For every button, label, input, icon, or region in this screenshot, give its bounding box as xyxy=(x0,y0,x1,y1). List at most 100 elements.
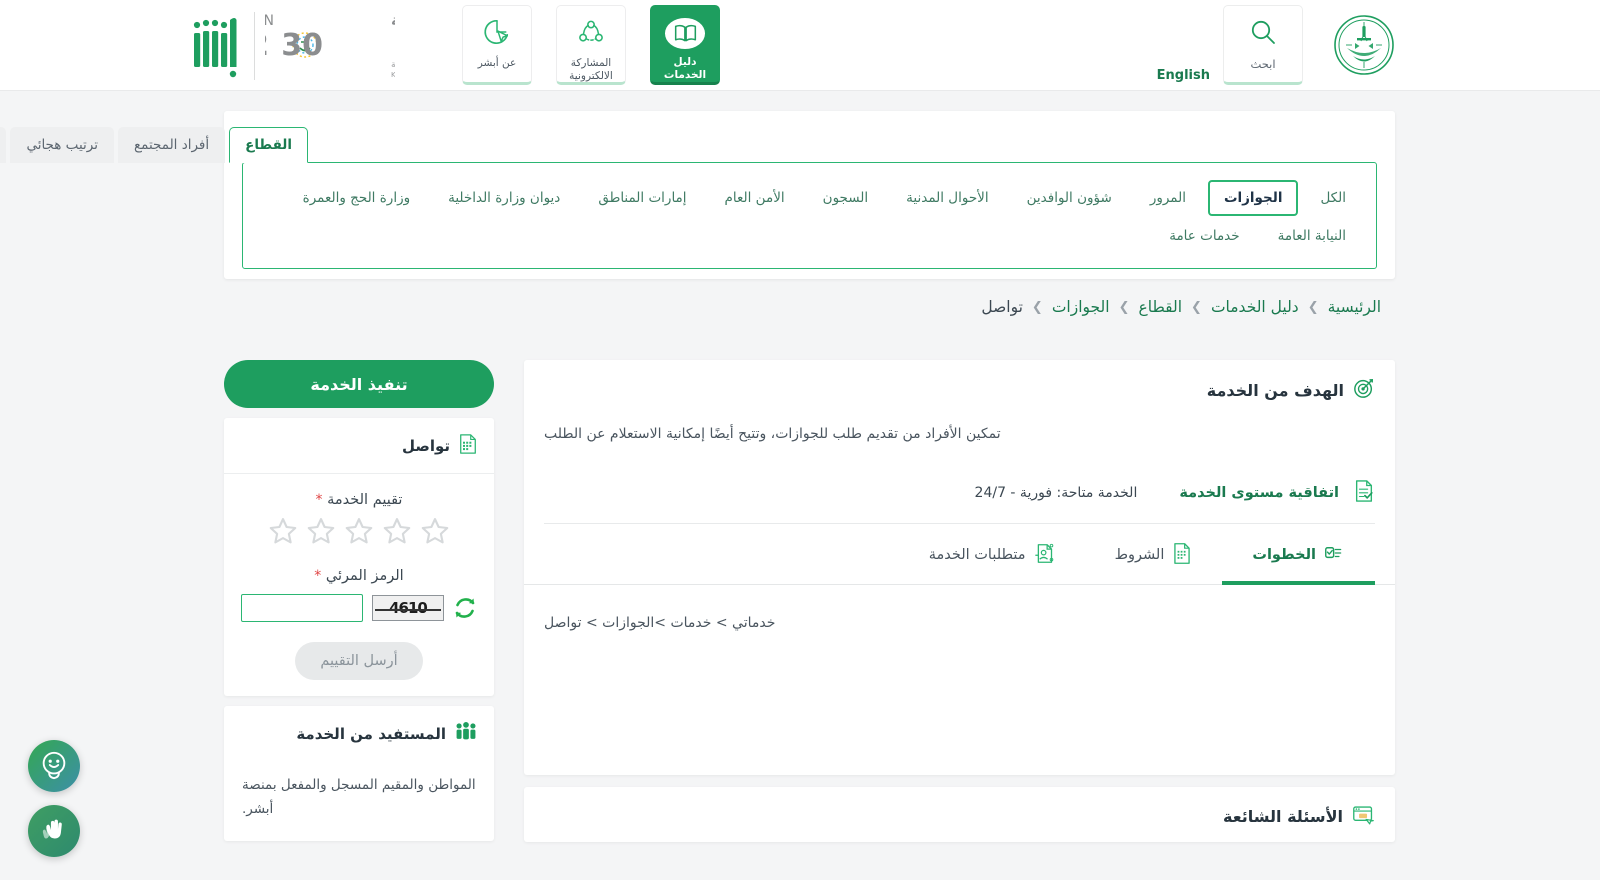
rating-label-row: تقييم الخدمة * xyxy=(224,492,494,508)
breadcrumb-item-home[interactable]: الرئيسية xyxy=(1328,298,1381,316)
rating-star-5[interactable] xyxy=(420,516,450,546)
sector-passports[interactable]: الجوازات xyxy=(1207,180,1299,216)
form-icon xyxy=(458,433,478,459)
tab-most-used-services[interactable]: الخدمات الأكثر استخدامًا xyxy=(0,127,7,163)
sidebar-column: تنفيذ الخدمة تواصل تقييم الخدمة * الرمز … xyxy=(224,360,494,880)
breadcrumb-item-current: تواصل xyxy=(981,298,1023,316)
sector-all-label: الكل xyxy=(1320,190,1346,206)
captcha-image: 4610 xyxy=(372,595,444,621)
tab-sector[interactable]: القطاع xyxy=(229,127,308,163)
sla-value: الخدمة متاحة: فورية - 24/7 xyxy=(974,484,1138,501)
sector-expatriate-affairs-label: شؤون الوافدين xyxy=(1026,190,1112,206)
service-rating-card: تواصل تقييم الخدمة * الرمز المرئي * 4610… xyxy=(224,418,494,696)
captcha-label-row: الرمز المرئي * xyxy=(224,568,494,584)
sla-row: اتفاقية مستوى الخدمة الخدمة متاحة: فورية… xyxy=(544,467,1375,524)
sector-public-prosecution-label: النيابة العامة xyxy=(1277,228,1346,244)
book-icon xyxy=(665,18,705,49)
rating-star-4[interactable] xyxy=(382,516,412,546)
category-tab-row: القطاع أفراد المجتمع ترتيب هجائي الخدمات… xyxy=(0,127,308,163)
rating-required-mark: * xyxy=(315,492,323,508)
search-button[interactable]: ابحث xyxy=(1223,5,1303,85)
service-detail-tabs: الخطوات الشروط متطلبات الخدمة xyxy=(524,524,1395,585)
network-icon xyxy=(577,18,605,50)
tab-community-members-label: أفراد المجتمع xyxy=(133,137,210,153)
nav-button-about-absher-label: عن أبشر xyxy=(477,57,517,69)
absher-logo xyxy=(186,8,244,84)
sector-expatriate-affairs[interactable]: شؤون الوافدين xyxy=(1011,180,1128,216)
sector-filter-row: الكل الجوازات المرور شؤون الوافدين الأحو… xyxy=(257,180,1362,216)
tab-service-requirements[interactable]: متطلبات الخدمة xyxy=(899,538,1085,585)
nav-button-e-participation-label: المشاركة الالكترونية xyxy=(569,57,613,83)
rating-star-1[interactable] xyxy=(268,516,298,546)
nav-button-services-guide-label: دليل الخدمات xyxy=(663,55,707,81)
captcha-required-mark: * xyxy=(314,568,322,584)
beneficiary-card-title: المستفيد من الخدمة xyxy=(296,724,446,743)
breadcrumb-item-services-guide[interactable]: دليل الخدمات xyxy=(1211,298,1299,316)
sector-civil-affairs[interactable]: الأحوال المدنية xyxy=(890,180,1004,216)
nav-button-services-guide[interactable]: دليل الخدمات xyxy=(650,5,720,85)
svg-text:2: 2 xyxy=(265,28,269,63)
sector-public-security[interactable]: الأمن العام xyxy=(709,180,801,216)
refresh-icon[interactable] xyxy=(453,596,477,620)
sector-filter-box: الكل الجوازات المرور شؤون الوافدين الأحو… xyxy=(242,162,1377,269)
breadcrumb-separator: ❯ xyxy=(1118,299,1130,315)
nav-button-about-absher[interactable]: عن أبشر xyxy=(462,5,532,85)
sector-prisons-label: السجون xyxy=(822,190,869,206)
sector-hajj-umrah-label: وزارة الحج والعمرة xyxy=(302,190,411,206)
sector-public-prosecution[interactable]: النيابة العامة xyxy=(1262,218,1362,254)
sla-label: اتفاقية مستوى الخدمة xyxy=(1179,484,1339,501)
tab-alphabetical-label: ترتيب هجائي xyxy=(26,137,98,153)
sign-language-button[interactable] xyxy=(28,805,80,857)
breadcrumb-item-sector[interactable]: القطاع xyxy=(1138,298,1182,316)
saudi-moi-emblem-icon xyxy=(1333,14,1395,76)
faq-title: الأسئلة الشائعة xyxy=(1223,807,1343,827)
submit-rating-button[interactable]: أرسل التقييم xyxy=(295,642,423,680)
faq-icon xyxy=(1352,804,1375,830)
sector-civil-affairs-label: الأحوال المدنية xyxy=(906,190,989,206)
svg-text:VISION: VISION xyxy=(265,13,275,29)
rating-star-2[interactable] xyxy=(306,516,336,546)
breadcrumb: الرئيسية ❯ دليل الخدمات ❯ القطاع ❯ الجوا… xyxy=(224,298,1395,316)
tab-community-members[interactable]: أفراد المجتمع xyxy=(117,127,226,163)
steps-content-text: خدماتي > خدمات >الجوازات > تواصل xyxy=(544,614,776,631)
sector-moi-diwan[interactable]: ديوان وزارة الداخلية xyxy=(432,180,576,216)
nav-button-e-participation[interactable]: المشاركة الالكترونية xyxy=(556,5,626,85)
tab-steps[interactable]: الخطوات xyxy=(1222,538,1375,585)
sector-general-services[interactable]: خدمات عامة xyxy=(1153,218,1255,254)
sector-all[interactable]: الكل xyxy=(1304,180,1362,216)
tab-panel-steps-content: خدماتي > خدمات >الجوازات > تواصل xyxy=(524,585,1395,775)
svg-text:30: 30 xyxy=(281,28,323,63)
breadcrumb-item-passports[interactable]: الجوازات xyxy=(1052,298,1110,316)
execute-service-button[interactable]: تنفيذ الخدمة xyxy=(224,360,494,408)
vision-2030-logo: رؤيــــة VISION 2 30 المملكة العربية الس… xyxy=(221,8,501,84)
faq-header[interactable]: الأسئلة الشائعة xyxy=(524,787,1395,842)
sector-hajj-umrah[interactable]: وزارة الحج والعمرة xyxy=(287,180,426,216)
captcha-value: 4610 xyxy=(389,599,428,617)
tab-conditions[interactable]: الشروط xyxy=(1085,538,1223,585)
tab-alphabetical[interactable]: ترتيب هجائي xyxy=(10,127,114,163)
rating-label: تقييم الخدمة xyxy=(327,492,403,508)
sector-filter-row-second: النيابة العامة خدمات عامة xyxy=(257,218,1362,254)
sector-regional-emirates[interactable]: إمارات المناطق xyxy=(582,180,702,216)
tab-service-requirements-label: متطلبات الخدمة xyxy=(928,547,1026,564)
captcha-strike-line xyxy=(375,609,441,611)
steps-icon xyxy=(1324,544,1345,566)
captcha-input[interactable] xyxy=(241,594,363,622)
rating-star-3[interactable] xyxy=(344,516,374,546)
tab-conditions-label: الشروط xyxy=(1114,547,1165,564)
beneficiary-card: المستفيد من الخدمة المواطن والمقيم المسج… xyxy=(224,706,494,842)
sign-language-hands-icon xyxy=(39,815,69,848)
sector-regional-emirates-label: إمارات المناطق xyxy=(598,190,687,206)
sector-prisons[interactable]: السجون xyxy=(807,180,885,216)
chatbot-button[interactable] xyxy=(28,740,80,792)
english-language-link[interactable]: English xyxy=(1157,68,1210,83)
breadcrumb-separator: ❯ xyxy=(1191,299,1202,315)
sla-document-icon xyxy=(1353,479,1375,507)
svg-text:رؤيــــة: رؤيــــة xyxy=(391,13,395,29)
tab-sector-label: القطاع xyxy=(245,137,292,153)
rating-stars[interactable] xyxy=(224,516,494,546)
tab-steps-label: الخطوات xyxy=(1252,547,1316,564)
sector-traffic[interactable]: المرور xyxy=(1134,180,1202,216)
chatbot-smiley-icon xyxy=(38,749,70,784)
people-icon xyxy=(454,721,478,746)
